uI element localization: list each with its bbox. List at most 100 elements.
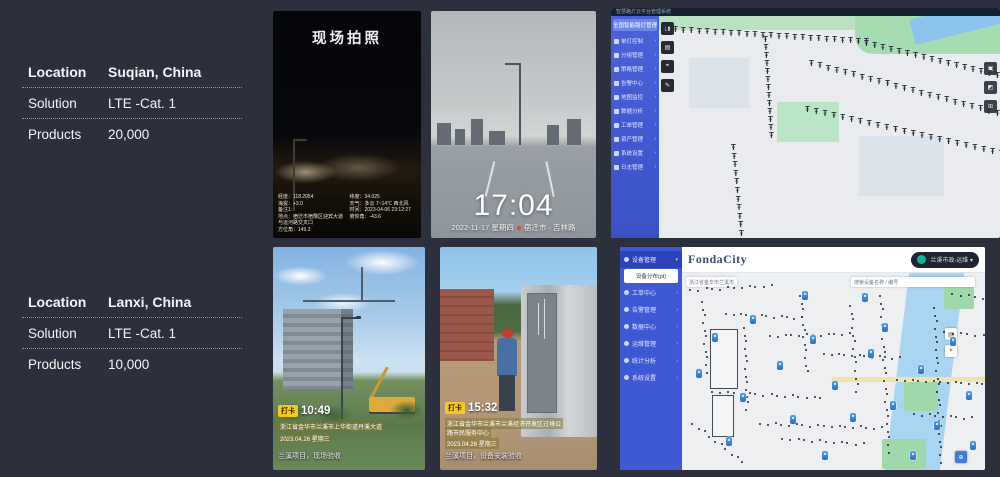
device-dot bbox=[745, 376, 747, 378]
device-dot bbox=[884, 401, 886, 403]
streetlight-marker[interactable] bbox=[882, 323, 888, 332]
menu-label: 分组管理 bbox=[621, 51, 643, 59]
chevron-right-icon: › bbox=[654, 150, 656, 156]
streetlight-marker: Ŧ bbox=[978, 105, 983, 113]
device-dot bbox=[765, 315, 767, 317]
device-dot bbox=[704, 430, 706, 432]
streetlight-marker[interactable] bbox=[862, 293, 868, 302]
streetlight-marker[interactable] bbox=[726, 437, 732, 446]
device-dot bbox=[749, 285, 751, 287]
streetlight-marker: Ŧ bbox=[964, 142, 969, 150]
map-view[interactable]: 浙江省金华市兰溪市 搜索设备名称 / 编号 ▤ ⌖ ⊕ bbox=[682, 273, 985, 470]
map-park-area bbox=[904, 381, 938, 411]
device-dot bbox=[940, 462, 942, 464]
date-overlay: 2023.04.26 星期三 bbox=[278, 433, 332, 444]
streetlight-marker[interactable] bbox=[777, 361, 783, 370]
streetlight-marker[interactable] bbox=[696, 369, 702, 378]
sidebar-item-0[interactable]: 设备管理▾ bbox=[620, 251, 682, 268]
sidebar-item-6[interactable]: 统计分析› bbox=[620, 352, 682, 369]
streetlight-marker[interactable] bbox=[890, 401, 896, 410]
streetlight-marker: Ŧ bbox=[910, 87, 915, 95]
sidebar-item-0[interactable]: 单灯控制› bbox=[611, 34, 659, 48]
sidebar-item-7[interactable]: 系统设置› bbox=[620, 369, 682, 386]
streetlight-marker[interactable] bbox=[850, 413, 856, 422]
sidebar-item-6[interactable]: 工单管理› bbox=[611, 118, 659, 132]
map-tool-button-1[interactable]: ▤ bbox=[661, 41, 674, 54]
streetlight-marker[interactable] bbox=[740, 393, 746, 402]
metadata-line: 时间：2023-04-06 23:12:27 bbox=[350, 207, 418, 214]
streetlight-marker[interactable] bbox=[966, 391, 972, 400]
device-dot bbox=[741, 461, 743, 463]
search-input[interactable]: 搜索设备名称 / 编号 bbox=[851, 277, 975, 287]
sidebar-item-9[interactable]: 日志管理› bbox=[611, 160, 659, 174]
sidebar-item-3[interactable]: 告警中心› bbox=[611, 76, 659, 90]
map-locate-button[interactable]: ⌖ bbox=[945, 345, 957, 357]
streetlight-marker[interactable] bbox=[910, 451, 916, 460]
sidebar-item-8[interactable]: 系统设置› bbox=[611, 146, 659, 160]
device-dot bbox=[801, 303, 803, 305]
streetlight-marker[interactable] bbox=[802, 291, 808, 300]
streetlight-marker: Ŧ bbox=[920, 132, 925, 140]
checkin-tag: 打卡 bbox=[445, 402, 465, 414]
device-dot bbox=[745, 409, 747, 411]
device-dot bbox=[852, 318, 854, 320]
device-dot bbox=[790, 334, 792, 336]
sidebar-item-7[interactable]: 资产管理› bbox=[611, 132, 659, 146]
sidebar-item-2[interactable]: 工单中心› bbox=[620, 284, 682, 301]
device-dot bbox=[806, 333, 808, 335]
streetlight-marker: Ŧ bbox=[784, 33, 789, 41]
sidebar-item-2[interactable]: 策略管理› bbox=[611, 62, 659, 76]
sidebar-item-3[interactable]: 告警管理› bbox=[620, 301, 682, 318]
streetlight-marker: Ŧ bbox=[995, 110, 1000, 118]
sidebar-item-5[interactable]: 数据分析› bbox=[611, 104, 659, 118]
streetlight-marker: Ŧ bbox=[737, 204, 742, 212]
user-menu[interactable]: 兰溪市政-运维 ▾ bbox=[911, 252, 979, 268]
streetlight-marker: Ŧ bbox=[928, 134, 933, 142]
sidebar-item-5[interactable]: 运维管理› bbox=[620, 335, 682, 352]
chevron-right-icon: › bbox=[654, 66, 656, 72]
streetlight-marker[interactable] bbox=[790, 415, 796, 424]
streetlight-pole bbox=[519, 63, 521, 145]
device-dot bbox=[771, 284, 773, 286]
device-dot bbox=[844, 426, 846, 428]
sidebar-header[interactable]: 全国智能路灯管理 bbox=[613, 19, 657, 31]
sidebar-item-4[interactable]: 数据中心› bbox=[620, 318, 682, 335]
sidebar-item-1[interactable]: 分组管理› bbox=[611, 48, 659, 62]
streetlight-marker[interactable] bbox=[822, 451, 828, 460]
device-dot bbox=[708, 436, 710, 438]
breadcrumb[interactable]: 浙江省金华市兰溪市 bbox=[686, 277, 737, 287]
streetlight-marker: Ŧ bbox=[834, 67, 839, 75]
zoom-in-button[interactable]: ⊕ bbox=[955, 451, 967, 463]
streetlight-marker[interactable] bbox=[810, 335, 816, 344]
streetlight-marker[interactable] bbox=[950, 337, 956, 346]
app-header: FondaCity 兰溪市政-运维 ▾ bbox=[682, 247, 985, 273]
streetlight-marker[interactable] bbox=[934, 421, 940, 430]
sidebar-item-4[interactable]: 地图监控› bbox=[611, 90, 659, 104]
fondacity-platform-lanxi: 设备管理▾设备分布(pt)工单中心›告警管理›数据中心›运维管理›统计分析›系统… bbox=[620, 247, 985, 470]
device-dot bbox=[851, 313, 853, 315]
device-dot bbox=[769, 335, 771, 337]
map-tool-button-2[interactable]: ⌖ bbox=[661, 60, 674, 73]
map-view[interactable]: ◨▤⌖✎ ▣◩⊞ ŦŦŦŦŦŦŦŦŦŦŦŦŦŦŦŦŦŦŦŦŦŦŦŦŦŦŦŦŦŦŦ… bbox=[659, 16, 1000, 238]
streetlight-marker[interactable] bbox=[918, 365, 924, 374]
device-dot bbox=[792, 394, 794, 396]
device-dot bbox=[804, 344, 806, 346]
device-dot bbox=[781, 315, 783, 317]
streetlight-marker[interactable] bbox=[832, 381, 838, 390]
streetlight-marker[interactable] bbox=[750, 315, 756, 324]
device-dot bbox=[885, 372, 887, 374]
map-view-button-1[interactable]: ◩ bbox=[984, 81, 997, 94]
streetlight-marker[interactable] bbox=[970, 441, 976, 450]
menu-label: 单灯控制 bbox=[621, 37, 643, 45]
streetlight-marker[interactable] bbox=[868, 349, 874, 358]
photo-street-dusk: 17:04 2022-11-17 星期四 宿迁市 · 吉林路 bbox=[431, 11, 596, 238]
device-dot bbox=[714, 441, 716, 443]
streetlight-marker: Ŧ bbox=[826, 65, 831, 73]
device-dot bbox=[939, 454, 941, 456]
sidebar-item-1[interactable]: 设备分布(pt) bbox=[624, 269, 678, 283]
device-dot bbox=[974, 296, 976, 298]
map-tool-button-3[interactable]: ✎ bbox=[661, 79, 674, 92]
menu-label: 资产管理 bbox=[621, 135, 643, 143]
streetlight-marker[interactable] bbox=[712, 333, 718, 342]
streetlight-marker: Ŧ bbox=[921, 54, 926, 62]
